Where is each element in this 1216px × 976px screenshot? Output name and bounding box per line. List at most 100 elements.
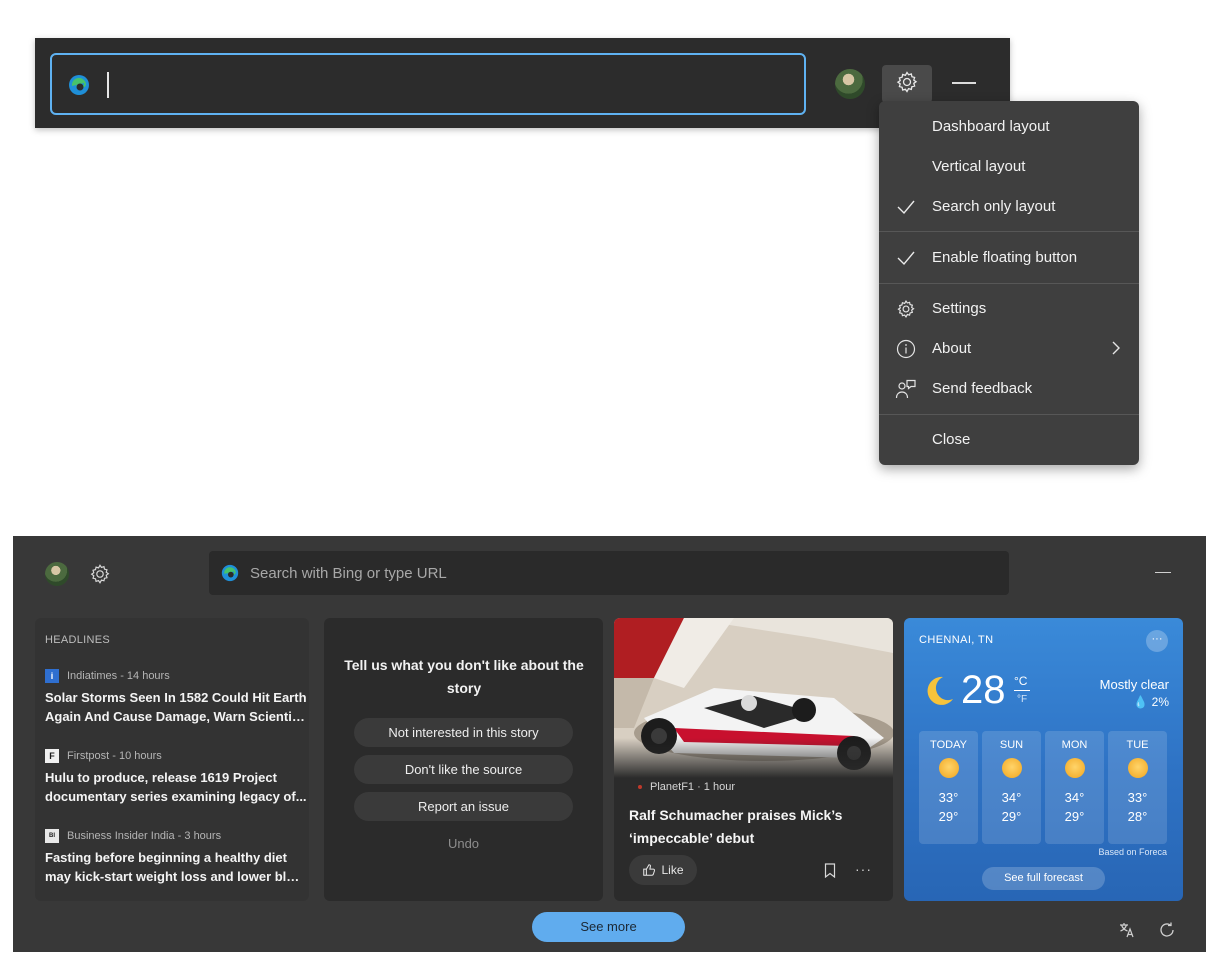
forecast-day[interactable]: SUN 34° 29° xyxy=(982,731,1041,844)
menu-item-label: Vertical layout xyxy=(932,158,1026,175)
see-more-button[interactable]: See more xyxy=(532,912,685,942)
sun-icon xyxy=(1001,758,1022,778)
checkmark-icon xyxy=(895,247,917,269)
unit-fahrenheit[interactable]: °F xyxy=(1017,694,1027,705)
low-temp: 29° xyxy=(1064,809,1085,824)
text-caret xyxy=(107,72,109,98)
menu-divider xyxy=(879,283,1139,284)
menu-item-close[interactable]: Close xyxy=(879,420,1139,460)
forecast-day[interactable]: MON 34° 29° xyxy=(1045,731,1104,844)
menu-item-label: Settings xyxy=(932,300,987,317)
news-title: Solar Storms Seen In 1582 Could Hit Eart… xyxy=(45,690,307,705)
business-insider-logo-icon: BI xyxy=(45,829,59,843)
story-feedback-card: Tell us what you don't like about the st… xyxy=(324,618,603,901)
settings-menu: Dashboard layout Vertical layout Search … xyxy=(879,101,1139,465)
news-story-card[interactable]: PlanetF1 · 1 hour Ralf Schumacher praise… xyxy=(614,618,893,901)
minimize-button[interactable] xyxy=(952,82,976,84)
gear-icon xyxy=(895,298,917,320)
chevron-right-icon xyxy=(1111,340,1121,360)
sun-icon xyxy=(1064,758,1085,778)
search-input[interactable]: Search with Bing or type URL xyxy=(209,551,1009,595)
menu-item-label: Enable floating button xyxy=(932,249,1078,266)
bookmark-icon[interactable] xyxy=(824,863,836,883)
not-interested-button[interactable]: Not interested in this story xyxy=(354,718,573,747)
profile-avatar[interactable] xyxy=(835,69,865,99)
more-options-icon[interactable]: ··· xyxy=(1146,630,1168,652)
menu-item-label: Close xyxy=(932,431,971,448)
dislike-source-button[interactable]: Don't like the source xyxy=(354,755,573,784)
refresh-icon[interactable] xyxy=(1158,921,1176,944)
feedback-question: Tell us what you don't like about the st… xyxy=(344,657,584,696)
moon-icon xyxy=(921,674,955,713)
minimize-button[interactable] xyxy=(1155,572,1171,573)
story-title[interactable]: Ralf Schumacher praises Mick’s ‘impeccab… xyxy=(629,804,879,850)
source-dot-icon xyxy=(638,785,642,789)
menu-item-dashboard-layout[interactable]: Dashboard layout xyxy=(879,107,1139,147)
menu-item-search-only-layout[interactable]: Search only layout xyxy=(879,187,1139,227)
unit-celsius[interactable]: °C xyxy=(1014,674,1027,688)
search-only-bar xyxy=(35,38,1010,128)
menu-item-label: Search only layout xyxy=(932,198,1056,215)
day-name: TUE xyxy=(1126,739,1149,751)
menu-item-settings[interactable]: Settings xyxy=(879,289,1139,329)
current-temperature: 28 xyxy=(961,668,1006,712)
weather-condition: Mostly clear xyxy=(1099,677,1169,692)
firstpost-logo-icon: F xyxy=(45,749,59,763)
gear-icon[interactable] xyxy=(89,563,111,590)
menu-item-label: Send feedback xyxy=(932,380,1033,397)
weather-attribution[interactable]: Based on Foreca xyxy=(1098,847,1167,857)
settings-button[interactable] xyxy=(882,65,932,103)
like-label: Like xyxy=(661,863,684,877)
dashboard-panel: Search with Bing or type URL HEADLINES i… xyxy=(13,536,1206,952)
search-input[interactable] xyxy=(50,53,806,115)
menu-item-label: Dashboard layout xyxy=(932,118,1050,135)
menu-item-label: About xyxy=(932,340,972,357)
precipitation-value: 2% xyxy=(1151,695,1169,709)
high-temp: 33° xyxy=(938,790,959,805)
profile-avatar[interactable] xyxy=(45,562,69,586)
menu-divider xyxy=(879,231,1139,232)
story-meta: PlanetF1 · 1 hour xyxy=(638,781,735,793)
low-temp: 29° xyxy=(938,809,959,824)
menu-item-vertical-layout[interactable]: Vertical layout xyxy=(879,147,1139,187)
menu-item-send-feedback[interactable]: Send feedback xyxy=(879,369,1139,409)
day-name: SUN xyxy=(999,739,1024,751)
news-title: documentary series examining legacy of..… xyxy=(45,789,307,804)
info-icon xyxy=(895,338,917,360)
news-title: Hulu to produce, release 1619 Project xyxy=(45,770,277,785)
undo-button[interactable]: Undo xyxy=(354,836,573,851)
news-source-meta: Business Insider India - 3 hours xyxy=(67,830,222,842)
edge-logo-icon xyxy=(68,74,90,101)
low-temp: 28° xyxy=(1127,809,1148,824)
menu-divider xyxy=(879,414,1139,415)
forecast-day[interactable]: TUE 33° 28° xyxy=(1108,731,1167,844)
story-image xyxy=(614,618,893,778)
high-temp: 34° xyxy=(1001,790,1022,805)
weather-card[interactable]: CHENNAI, TN ··· 28 °C °F Mostly clear 💧 … xyxy=(904,618,1183,901)
more-options-icon[interactable]: ··· xyxy=(855,861,872,877)
menu-item-about[interactable]: About xyxy=(879,329,1139,369)
unit-divider xyxy=(1014,690,1030,691)
list-item[interactable]: BI Business Insider India - 3 hours Fast… xyxy=(45,828,307,886)
headlines-header: HEADLINES xyxy=(45,634,111,646)
weather-location: CHENNAI, TN xyxy=(919,634,994,646)
sun-icon xyxy=(1127,758,1148,778)
forecast-day[interactable]: TODAY 33° 29° xyxy=(919,731,978,844)
language-icon[interactable] xyxy=(1118,921,1136,944)
menu-item-enable-floating-button[interactable]: Enable floating button xyxy=(879,238,1139,278)
news-source-meta: Firstpost - 10 hours xyxy=(67,750,162,762)
like-button[interactable]: Like xyxy=(629,855,697,885)
day-name: MON xyxy=(1061,739,1088,751)
checkmark-icon xyxy=(895,196,917,218)
sun-icon xyxy=(938,758,959,778)
feedback-icon xyxy=(895,378,917,400)
news-source-meta: Indiatimes - 14 hours xyxy=(67,670,170,682)
search-placeholder: Search with Bing or type URL xyxy=(250,565,447,582)
see-full-forecast-button[interactable]: See full forecast xyxy=(982,867,1105,890)
list-item[interactable]: F Firstpost - 10 hours Hulu to produce, … xyxy=(45,748,307,806)
headlines-card: HEADLINES i Indiatimes - 14 hours Solar … xyxy=(35,618,309,901)
precipitation: 💧 2% xyxy=(1133,695,1169,709)
report-issue-button[interactable]: Report an issue xyxy=(354,792,573,821)
gear-icon xyxy=(895,70,919,99)
list-item[interactable]: i Indiatimes - 14 hours Solar Storms See… xyxy=(45,668,307,726)
